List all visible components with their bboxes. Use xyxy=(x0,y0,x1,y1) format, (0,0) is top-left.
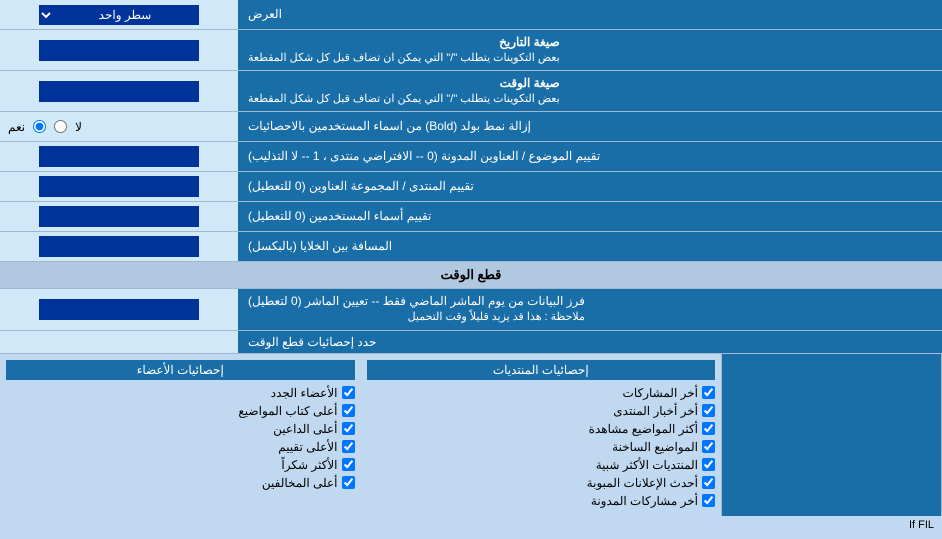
date-format-label: صيغة التاريخ بعض التكوينات يتطلب "/" الت… xyxy=(240,30,942,70)
user-names-input-container: 0 xyxy=(0,202,240,231)
display-select[interactable]: سطر واحد xyxy=(39,5,199,25)
topic-order-row: تقييم الموضوع / العناوين المدونة (0 -- ا… xyxy=(0,142,942,172)
main-container: العرض سطر واحد صيغة التاريخ بعض التكوينا… xyxy=(0,0,942,534)
stats-item-top-rated: الأعلى تقييم xyxy=(6,438,355,456)
checkbox-hot[interactable] xyxy=(702,440,715,453)
time-format-input[interactable]: H:i xyxy=(39,81,199,102)
stats-item-new-members: الأعضاء الجدد xyxy=(6,384,355,402)
time-format-row: صيغة الوقت بعض التكوينات يتطلب "/" التي … xyxy=(0,71,942,112)
stats-item-news: أخر أخبار المنتدى xyxy=(367,402,716,420)
realtime-label: فرز البيانات من يوم الماشر الماضي فقط --… xyxy=(240,289,942,329)
date-format-input[interactable]: d-m xyxy=(39,40,199,61)
bold-remove-label: إزالة نمط بولد (Bold) من اسماء المستخدمي… xyxy=(240,112,942,141)
checkbox-top-writers[interactable] xyxy=(342,404,355,417)
stats-limit-row: حدد إحصائيات قطع الوقت xyxy=(0,331,942,354)
stats-limit-label: حدد إحصائيات قطع الوقت xyxy=(240,331,942,353)
gap-input[interactable]: 2 xyxy=(39,236,199,257)
gap-label: المسافة بين الخلايا (بالبكسل) xyxy=(240,232,942,261)
date-format-input-container: d-m xyxy=(0,30,240,70)
gap-row: المسافة بين الخلايا (بالبكسل) 2 xyxy=(0,232,942,262)
radio-no-label: لا xyxy=(75,120,82,134)
checkbox-news[interactable] xyxy=(702,404,715,417)
checkbox-similar[interactable] xyxy=(702,458,715,471)
realtime-row: فرز البيانات من يوم الماشر الماضي فقط --… xyxy=(0,289,942,330)
stats-item-hot: المواضيع الساخنة xyxy=(367,438,716,456)
header-row: العرض سطر واحد xyxy=(0,0,942,30)
forum-order-input[interactable]: 33 xyxy=(39,176,199,197)
checkbox-posts[interactable] xyxy=(702,386,715,399)
time-format-input-container: H:i xyxy=(0,71,240,111)
user-names-row: تقييم أسماء المستخدمين (0 للتعطيل) 0 xyxy=(0,202,942,232)
user-names-label: تقييم أسماء المستخدمين (0 للتعطيل) xyxy=(240,202,942,231)
realtime-section-header: قطع الوقت xyxy=(0,262,942,289)
bold-remove-radio-container: لا نعم xyxy=(0,112,240,141)
realtime-input-container: 0 xyxy=(0,289,240,329)
stats-item-blog-posts: أخر مشاركات المدونة xyxy=(367,492,716,510)
checkbox-classifieds[interactable] xyxy=(702,476,715,489)
header-select-container: سطر واحد xyxy=(0,0,240,29)
checkbox-top-rated[interactable] xyxy=(342,440,355,453)
stats-item-classifieds: أحدث الإعلانات المبوبة xyxy=(367,474,716,492)
stats-item-most-thanked: الأكثر شكراً xyxy=(6,456,355,474)
checkbox-viewed[interactable] xyxy=(702,422,715,435)
stats-item-posts: أخر المشاركات xyxy=(367,384,716,402)
topic-order-label: تقييم الموضوع / العناوين المدونة (0 -- ا… xyxy=(240,142,942,171)
stats-members-header: إحصائيات الأعضاء xyxy=(6,360,355,380)
bottom-note: If FIL xyxy=(0,516,942,534)
realtime-input[interactable]: 0 xyxy=(39,299,199,320)
stats-item-top-writers: أعلى كتاب المواضيع xyxy=(6,402,355,420)
bold-remove-row: إزالة نمط بولد (Bold) من اسماء المستخدمي… xyxy=(0,112,942,142)
checkbox-most-thanked[interactable] xyxy=(342,458,355,471)
stats-container: إحصائيات المنتديات أخر المشاركات أخر أخب… xyxy=(0,354,942,516)
stats-col-forums: إحصائيات المنتديات أخر المشاركات أخر أخب… xyxy=(361,354,723,516)
header-label: العرض xyxy=(240,0,942,29)
checkbox-top-inviters[interactable] xyxy=(342,422,355,435)
forum-order-input-container: 33 xyxy=(0,172,240,201)
date-format-row: صيغة التاريخ بعض التكوينات يتطلب "/" الت… xyxy=(0,30,942,71)
stats-item-viewed: أكثر المواضيع مشاهدة xyxy=(367,420,716,438)
topic-order-input[interactable]: 33 xyxy=(39,146,199,167)
topic-order-input-container: 33 xyxy=(0,142,240,171)
stats-forums-header: إحصائيات المنتديات xyxy=(367,360,716,380)
radio-yes-label: نعم xyxy=(8,120,25,134)
gap-input-container: 2 xyxy=(0,232,240,261)
stats-col-members: إحصائيات الأعضاء الأعضاء الجدد أعلى كتاب… xyxy=(0,354,361,516)
checkbox-new-members[interactable] xyxy=(342,386,355,399)
stats-col-empty xyxy=(722,354,942,516)
stats-item-similar: المنتديات الأكثر شبية xyxy=(367,456,716,474)
radio-yes[interactable] xyxy=(33,120,46,133)
forum-order-label: تقييم المنتدى / المجموعة العناوين (0 للت… xyxy=(240,172,942,201)
stats-item-top-inviters: أعلى الداعين xyxy=(6,420,355,438)
stats-item-top-violators: أعلى المخالفين xyxy=(6,474,355,492)
time-format-label: صيغة الوقت بعض التكوينات يتطلب "/" التي … xyxy=(240,71,942,111)
forum-order-row: تقييم المنتدى / المجموعة العناوين (0 للت… xyxy=(0,172,942,202)
radio-no[interactable] xyxy=(54,120,67,133)
user-names-input[interactable]: 0 xyxy=(39,206,199,227)
checkbox-top-violators[interactable] xyxy=(342,476,355,489)
checkbox-blog-posts[interactable] xyxy=(702,494,715,507)
